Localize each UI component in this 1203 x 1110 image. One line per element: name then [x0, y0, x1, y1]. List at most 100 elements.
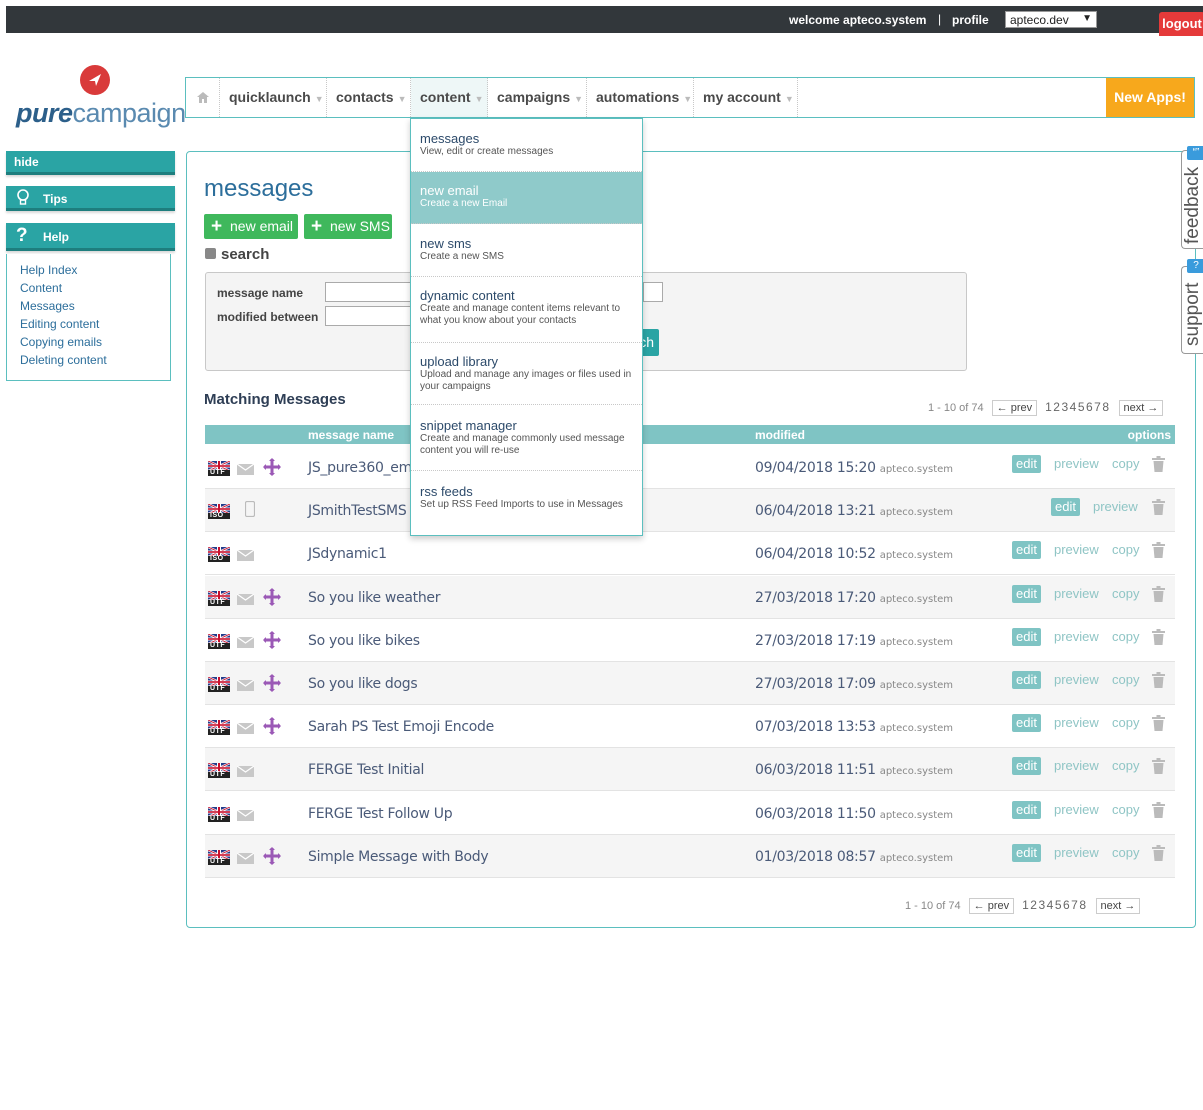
table-row[interactable]: UTF So you like weather 27/03/2018 17:20 ap… [205, 575, 1175, 619]
trash-icon[interactable] [1152, 585, 1165, 607]
menu-item-snippet-manager[interactable]: snippet manager Create and manage common… [411, 405, 642, 471]
new-email-button[interactable]: + new email [204, 214, 298, 239]
copy-link[interactable]: copy [1112, 802, 1139, 817]
message-name[interactable]: Sarah PS Test Emoji Encode [308, 719, 494, 735]
copy-link[interactable]: copy [1112, 542, 1139, 557]
prev-button[interactable]: ← prev [991, 400, 1038, 416]
copy-link[interactable]: copy [1112, 715, 1139, 730]
help-link-deleting[interactable]: Deleting content [20, 351, 170, 369]
menu-item-upload-library[interactable]: upload library Upload and manage any ima… [411, 343, 642, 405]
prev-button[interactable]: ← prev [968, 898, 1015, 914]
trash-icon[interactable] [1152, 801, 1165, 823]
support-tab[interactable]: ? support [1181, 259, 1203, 354]
trash-icon[interactable] [1152, 499, 1165, 520]
menu-item-new-sms[interactable]: new sms Create a new SMS [411, 224, 642, 277]
edit-button[interactable]: edit [1012, 455, 1041, 473]
menu-item-new-email[interactable]: new email Create a new Email [411, 172, 642, 224]
help-link-editing[interactable]: Editing content [20, 315, 170, 333]
next-button[interactable]: next → [1118, 400, 1164, 416]
preview-link[interactable]: preview [1054, 672, 1099, 687]
logout-button[interactable]: logout [1159, 12, 1203, 36]
edit-button[interactable]: edit [1012, 800, 1041, 819]
trash-icon[interactable] [1152, 628, 1165, 650]
new-sms-button[interactable]: + new SMS [304, 214, 392, 239]
next-button[interactable]: next → [1095, 898, 1141, 914]
tips-button[interactable]: Tips [6, 186, 175, 211]
message-name[interactable]: So you like bikes [308, 633, 420, 649]
feedback-tab[interactable]: “” feedback [1181, 146, 1203, 249]
table-row[interactable]: UTF So you like dogs 27/03/2018 17:09 aptec… [205, 662, 1175, 705]
message-name[interactable]: Simple Message with Body [308, 849, 489, 865]
hide-sidebar-button[interactable]: hide [6, 151, 175, 175]
message-name[interactable]: JS_pure360_ema [308, 460, 421, 476]
preview-link[interactable]: preview [1093, 499, 1138, 514]
table-row[interactable]: UTF Simple Message with Body 01/03/2018 08… [205, 834, 1175, 878]
preview-link[interactable]: preview [1054, 456, 1099, 471]
edit-button[interactable]: edit [1012, 541, 1041, 560]
profile-link[interactable]: profile [952, 13, 989, 27]
help-link-copying[interactable]: Copying emails [20, 333, 170, 351]
message-name-input[interactable] [325, 282, 415, 302]
trash-icon[interactable] [1152, 456, 1165, 477]
nav-my-account[interactable]: my account ▼ [694, 78, 798, 117]
preview-link[interactable]: preview [1054, 802, 1099, 817]
table-row[interactable]: ISO JSdynamic1 06/04/2018 10:52 apteco.syst… [205, 532, 1175, 576]
edit-button[interactable]: edit [1012, 584, 1041, 603]
trash-icon[interactable] [1152, 542, 1165, 563]
trash-icon[interactable] [1152, 672, 1165, 693]
help-link-content[interactable]: Content [20, 279, 170, 297]
table-row[interactable]: UTF FERGE Test Initial 06/03/2018 11:51 apt… [205, 748, 1175, 792]
table-row[interactable]: UTF JS_pure360_ema 09/04/2018 15:20 apteco.… [205, 446, 1175, 489]
page-numbers[interactable]: 12345678 [1045, 400, 1110, 414]
trash-icon[interactable] [1152, 758, 1165, 779]
table-row[interactable]: UTF FERGE Test Follow Up 06/03/2018 11:50 a… [205, 792, 1175, 835]
col-modified[interactable]: modified [755, 428, 805, 442]
col-message-name[interactable]: message name [308, 428, 394, 442]
nav-campaigns[interactable]: campaigns ▼ [488, 78, 587, 117]
message-name[interactable]: FERGE Test Follow Up [308, 806, 453, 822]
preview-link[interactable]: preview [1054, 629, 1099, 644]
copy-link[interactable]: copy [1112, 758, 1139, 773]
table-row[interactable]: UTF Sarah PS Test Emoji Encode 07/03/2018 … [205, 705, 1175, 749]
preview-link[interactable]: preview [1054, 542, 1099, 557]
copy-link[interactable]: copy [1112, 629, 1139, 644]
modified-from-input[interactable] [325, 306, 415, 326]
nav-quicklaunch[interactable]: quicklaunch ▼ [220, 78, 327, 117]
copy-link[interactable]: copy [1112, 586, 1139, 601]
message-name[interactable]: JSdynamic1 [308, 546, 387, 562]
help-link-messages[interactable]: Messages [20, 297, 170, 315]
menu-item-messages[interactable]: messages View, edit or create messages [411, 119, 642, 172]
edit-button[interactable]: edit [1012, 627, 1041, 646]
preview-link[interactable]: preview [1054, 845, 1099, 860]
new-apps-button[interactable]: New Apps! [1106, 78, 1194, 117]
preview-link[interactable]: preview [1054, 715, 1099, 730]
copy-link[interactable]: copy [1112, 672, 1139, 687]
menu-item-dynamic-content[interactable]: dynamic content Create and manage conten… [411, 277, 642, 343]
table-row[interactable]: ISO JSmithTestSMS 06/04/2018 13:21 apteco.s… [205, 489, 1175, 533]
preview-link[interactable]: preview [1054, 758, 1099, 773]
preview-link[interactable]: preview [1054, 586, 1099, 601]
edit-button[interactable]: edit [1012, 671, 1041, 689]
message-name[interactable]: FERGE Test Initial [308, 762, 424, 778]
nav-automations[interactable]: automations ▼ [587, 78, 694, 117]
home-button[interactable] [186, 78, 220, 117]
copy-link[interactable]: copy [1112, 456, 1139, 471]
menu-item-rss-feeds[interactable]: rss feeds Set up RSS Feed Imports to use… [411, 471, 642, 535]
edit-button[interactable]: edit [1012, 843, 1041, 862]
message-name-input-end[interactable] [643, 282, 663, 302]
page-numbers[interactable]: 12345678 [1022, 898, 1087, 912]
environment-select[interactable]: apteco.dev ▼ [1005, 11, 1097, 28]
edit-button[interactable]: edit [1012, 757, 1041, 776]
search-toggle[interactable]: search [205, 246, 269, 263]
table-row[interactable]: UTF So you like bikes 27/03/2018 17:19 apte… [205, 619, 1175, 662]
nav-contacts[interactable]: contacts ▼ [327, 78, 411, 117]
nav-content[interactable]: content ▼ [411, 78, 488, 117]
message-name[interactable]: JSmithTestSMS [308, 503, 407, 519]
logo[interactable]: purecampaign [16, 98, 186, 129]
help-link-index[interactable]: Help Index [20, 261, 170, 279]
trash-icon[interactable] [1152, 715, 1165, 736]
edit-button[interactable]: edit [1051, 498, 1080, 517]
help-button[interactable]: ? Help [6, 223, 175, 251]
trash-icon[interactable] [1152, 844, 1165, 866]
message-name[interactable]: So you like weather [308, 590, 441, 606]
